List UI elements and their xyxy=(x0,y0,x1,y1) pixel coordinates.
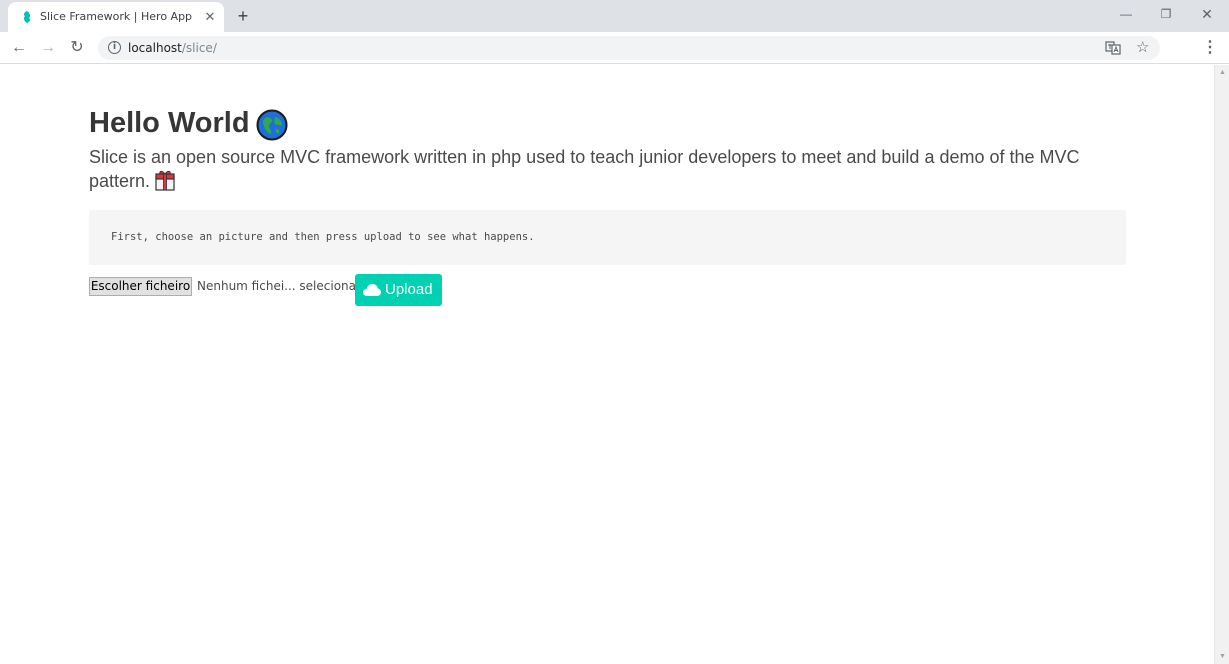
back-icon[interactable]: ← xyxy=(9,38,29,58)
info-icon[interactable]: i xyxy=(108,41,121,54)
instructions-text: First, choose an picture and then press … xyxy=(111,231,535,243)
file-status: Nenhum fichei... selecionado xyxy=(197,279,371,293)
gift-icon xyxy=(155,170,175,191)
lead-text: Slice is an open source MVC framework wr… xyxy=(89,147,1080,191)
upload-button[interactable]: Upload xyxy=(355,274,442,306)
reload-icon[interactable]: ↻ xyxy=(67,38,87,58)
vertical-scrollbar[interactable]: ▲ ▼ xyxy=(1214,65,1229,664)
close-icon[interactable]: ✕ xyxy=(202,9,218,25)
url-path: /slice/ xyxy=(181,41,217,55)
forward-icon[interactable]: → xyxy=(38,38,58,58)
url-host: localhost xyxy=(128,41,182,55)
plus-icon[interactable]: + xyxy=(233,6,253,26)
restore-icon[interactable]: ❐ xyxy=(1151,4,1181,24)
page-title: Hello World xyxy=(89,107,250,139)
url-text[interactable]: localhost/slice/ xyxy=(128,41,217,55)
browser-toolbar: ← → ↻ i localhost/slice/ ☆ ⋮ xyxy=(0,32,1229,64)
globe-icon xyxy=(256,109,288,141)
browser-tab[interactable]: Slice Framework | Hero App ✕ xyxy=(8,2,224,32)
page-lead: Slice is an open source MVC framework wr… xyxy=(89,145,1099,193)
scroll-up-icon[interactable]: ▲ xyxy=(1218,68,1227,77)
instructions-box: First, choose an picture and then press … xyxy=(89,210,1126,265)
choose-file-button[interactable]: Escolher ficheiro xyxy=(89,277,192,296)
menu-icon[interactable]: ⋮ xyxy=(1200,38,1220,58)
slice-favicon-icon xyxy=(23,11,31,23)
star-icon[interactable]: ☆ xyxy=(1136,38,1149,56)
translate-icon[interactable] xyxy=(1105,40,1121,56)
upload-label: Upload xyxy=(385,281,433,298)
scroll-down-icon[interactable]: ▼ xyxy=(1218,652,1227,661)
window-close-icon[interactable]: ✕ xyxy=(1192,4,1222,24)
page-viewport: Hello World Slice is an open source MVC … xyxy=(0,65,1229,664)
tab-title: Slice Framework | Hero App xyxy=(40,10,193,23)
address-bar[interactable]: i localhost/slice/ ☆ xyxy=(98,36,1160,60)
minimize-icon[interactable]: — xyxy=(1111,4,1141,24)
cloud-icon xyxy=(363,284,381,296)
tab-strip: Slice Framework | Hero App ✕ + — ❐ ✕ xyxy=(0,0,1229,32)
